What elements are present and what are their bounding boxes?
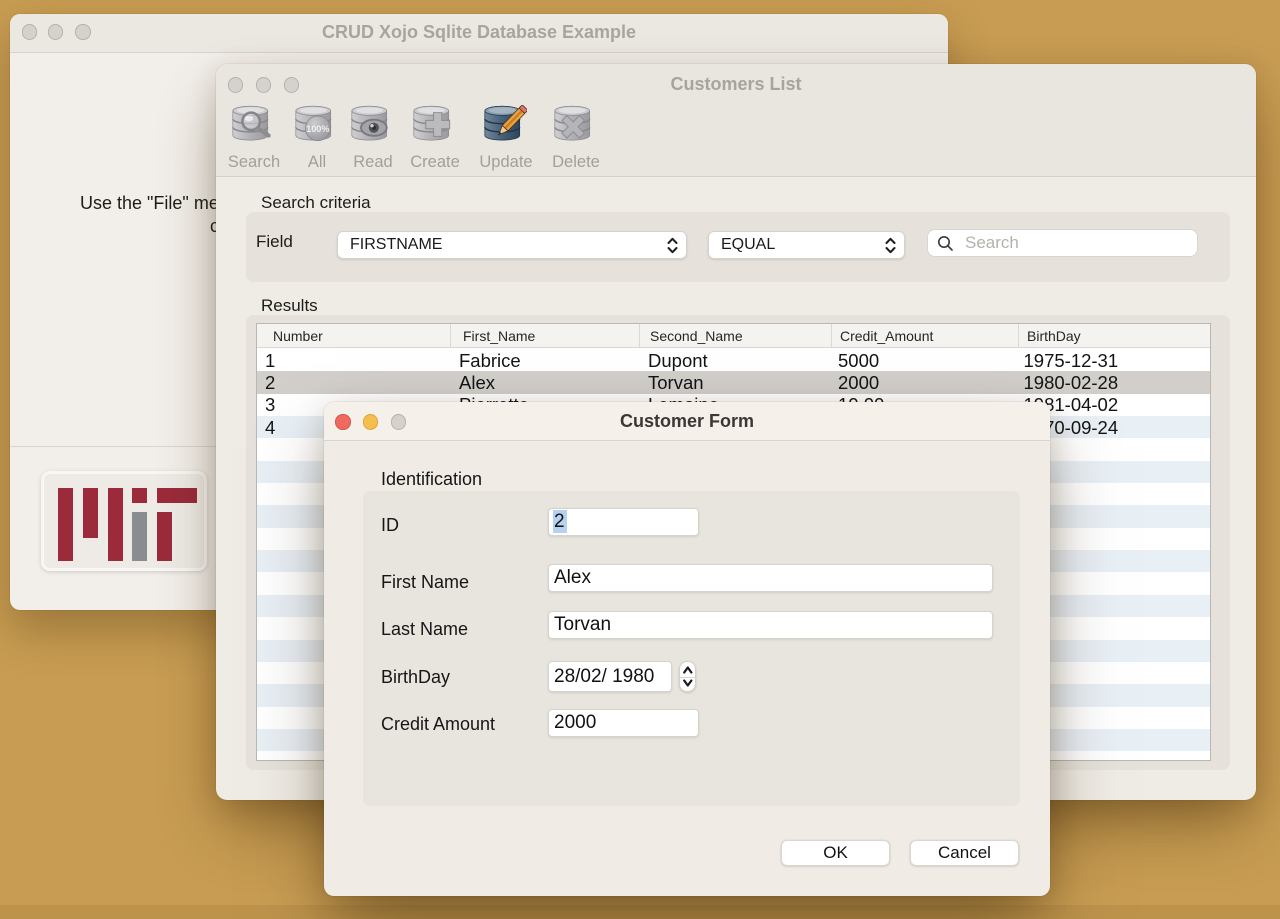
svg-text:100%: 100% <box>306 124 329 134</box>
